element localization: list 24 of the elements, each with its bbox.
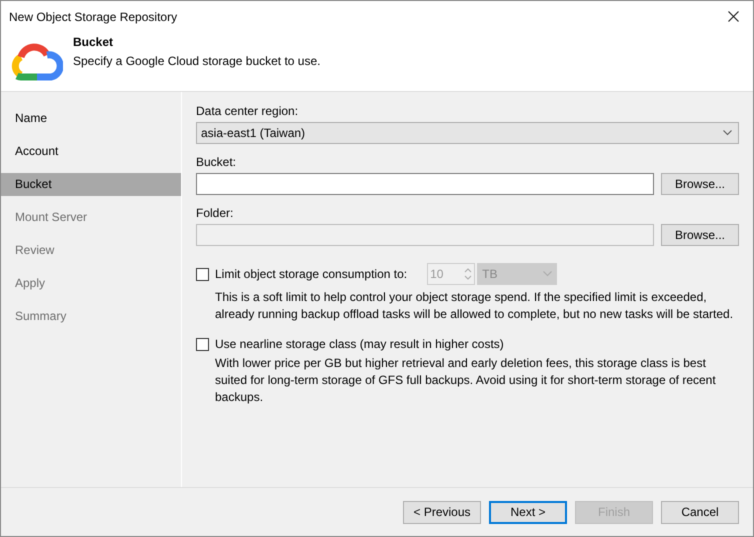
wizard-button[interactable]: Next > bbox=[489, 500, 567, 524]
text-field[interactable] bbox=[196, 173, 654, 195]
wizard-step[interactable]: Account bbox=[1, 140, 181, 163]
browse-button[interactable]: Browse... bbox=[661, 173, 739, 195]
option-description: This is a soft limit to help control your object storage spend. If the specified limit is exceeded, already running backup offload tasks will be allowed to complete, but no new tasks will be started. bbox=[215, 289, 734, 323]
window-title: New Object Storage Repository bbox=[9, 10, 178, 24]
page-title: Bucket bbox=[73, 35, 114, 49]
close-icon bbox=[728, 11, 738, 22]
page-subtitle: Specify a Google Cloud storage bucket to use. bbox=[73, 54, 320, 68]
checkbox-label[interactable]: Limit object storage consumption to: bbox=[215, 267, 408, 281]
chevron-down-icon bbox=[723, 130, 732, 136]
field-label: Folder: bbox=[196, 206, 234, 220]
region-dropdown[interactable]: asia-east1 (Taiwan) bbox=[196, 122, 739, 144]
field-label: Data center region: bbox=[196, 104, 300, 118]
wizard-button[interactable]: Cancel bbox=[661, 500, 739, 524]
checkbox[interactable] bbox=[196, 268, 209, 280]
option-description: With lower price per GB but higher retrieval and early deletion fees, this storage class is best suited for long-term storage of GFS full backups. Avoid using it for short-term storage of recent backups. bbox=[215, 355, 717, 406]
chevron-down-icon bbox=[543, 271, 552, 277]
field-label: Bucket: bbox=[196, 155, 238, 169]
wizard-step[interactable]: Bucket bbox=[1, 173, 181, 196]
checkbox-label[interactable]: Use nearline storage class (may result in higher costs) bbox=[215, 337, 504, 351]
wizard-step[interactable]: Name bbox=[1, 107, 181, 130]
checkbox[interactable] bbox=[196, 338, 209, 350]
wizard-button[interactable]: < Previous bbox=[403, 500, 481, 524]
